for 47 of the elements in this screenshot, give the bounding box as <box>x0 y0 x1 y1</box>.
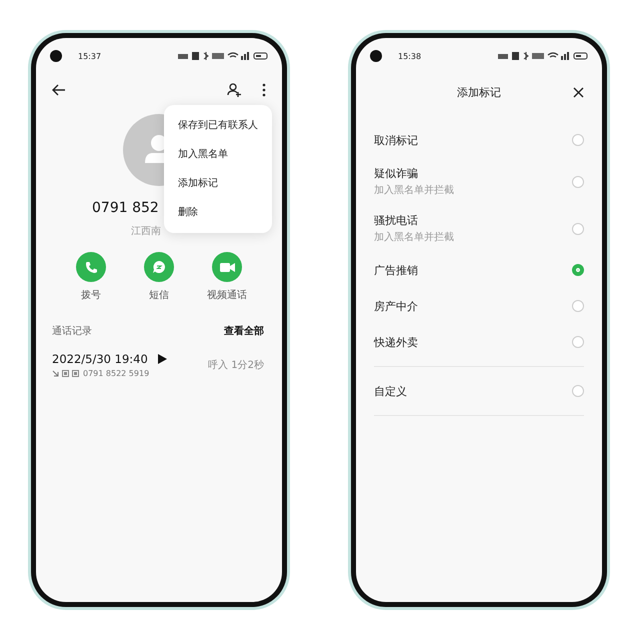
menu-item[interactable]: 加入黑名单 <box>164 140 272 169</box>
phone-number: 0791 852 <box>92 200 159 216</box>
call-button[interactable] <box>76 252 106 282</box>
radio-button[interactable] <box>572 264 584 276</box>
view-all-link[interactable]: 查看全部 <box>224 324 264 338</box>
more-icon[interactable] <box>262 83 266 97</box>
option-label[interactable]: 广告推销 <box>374 262 418 278</box>
screen-title: 添加标记 <box>457 84 501 100</box>
option-label[interactable]: 自定义 <box>374 384 407 398</box>
option-label[interactable]: 骚扰电话 <box>374 213 454 228</box>
incoming-arrow-icon <box>52 370 59 377</box>
option-label[interactable]: 房产中介 <box>374 298 418 314</box>
camera-hole <box>370 50 382 62</box>
location-text: 江西南 <box>131 226 161 237</box>
section-title: 通话记录 <box>52 324 92 338</box>
action-label: 拨号 <box>81 289 101 302</box>
menu-item[interactable]: 删除 <box>164 198 272 227</box>
status-time: 15:38 <box>398 52 422 60</box>
status-time: 15:37 <box>78 52 102 60</box>
call-datetime: 2022/5/30 19:40 <box>52 352 148 366</box>
menu-item[interactable]: 添加标记 <box>164 169 272 198</box>
menu-item[interactable]: 保存到已有联系人 <box>164 111 272 140</box>
video-camera-icon <box>220 262 234 272</box>
message-button[interactable] <box>144 252 174 282</box>
phone-icon <box>84 260 98 274</box>
back-icon[interactable] <box>52 84 66 96</box>
add-contact-icon[interactable] <box>227 83 242 97</box>
action-label: 短信 <box>149 289 169 302</box>
option-label[interactable]: 取消标记 <box>374 132 418 148</box>
option-label[interactable]: 疑似诈骗 <box>374 166 454 181</box>
radio-button[interactable] <box>572 336 584 348</box>
video-button[interactable] <box>212 252 242 282</box>
close-icon[interactable] <box>573 87 584 98</box>
call-number: 0791 8522 5919 <box>83 369 150 378</box>
radio-button[interactable] <box>572 385 584 397</box>
radio-button[interactable] <box>572 134 584 146</box>
option-subtitle: 加入黑名单并拦截 <box>374 184 454 197</box>
camera-hole <box>50 50 62 62</box>
radio-button[interactable] <box>572 300 584 312</box>
call-info: 呼入 1分2秒 <box>208 358 264 372</box>
action-label: 视频通话 <box>207 288 247 302</box>
option-subtitle: 加入黑名单并拦截 <box>374 230 454 244</box>
radio-button[interactable] <box>572 176 584 188</box>
message-icon <box>152 260 166 274</box>
radio-button[interactable] <box>572 222 584 234</box>
option-label[interactable]: 快递外卖 <box>374 334 418 350</box>
play-icon[interactable] <box>158 354 167 364</box>
